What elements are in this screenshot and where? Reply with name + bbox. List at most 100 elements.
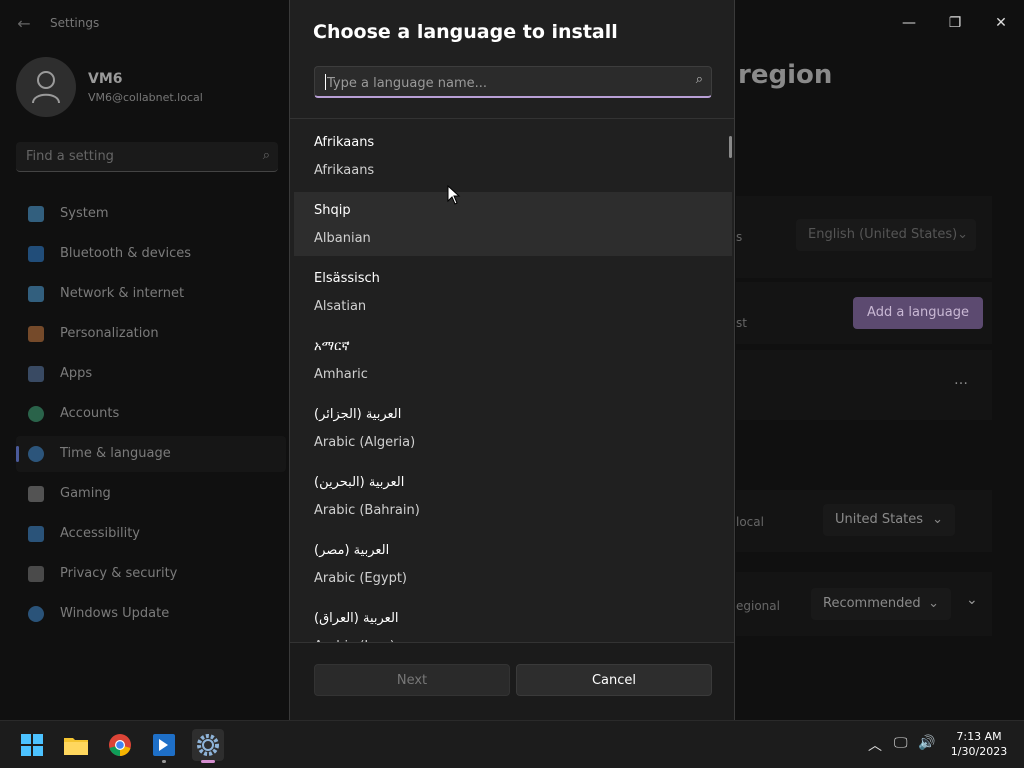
- sidebar-item-label: System: [60, 206, 109, 221]
- settings-taskbar-button[interactable]: [192, 729, 224, 763]
- sidebar-item-gaming[interactable]: Gaming: [16, 476, 286, 512]
- sidebar-item-label: Time & language: [60, 446, 171, 461]
- restore-icon[interactable]: ❐: [940, 8, 970, 38]
- close-icon[interactable]: ✕: [986, 8, 1016, 38]
- accessibility-icon: [28, 526, 44, 542]
- wifi-icon: [28, 286, 44, 302]
- next-button[interactable]: Next: [314, 664, 510, 696]
- app-title: Settings: [50, 16, 100, 30]
- taskbar: ︿ 🖵 🔊 7:13 AM 1/30/2023: [0, 720, 1024, 768]
- find-setting-placeholder: Find a setting: [26, 149, 114, 164]
- search-icon: ⌕: [262, 148, 270, 163]
- display-language-value: English (United States): [808, 227, 958, 242]
- sidebar-item-label: Accessibility: [60, 526, 140, 541]
- language-english-name: Arabic (Bahrain): [314, 503, 420, 518]
- shield-icon: [28, 566, 44, 582]
- country-label-fragment: local: [736, 515, 764, 529]
- sidebar-item-label: Privacy & security: [60, 566, 178, 581]
- more-options-icon[interactable]: …: [954, 372, 968, 388]
- scrollbar-thumb[interactable]: [729, 136, 732, 158]
- sidebar-item-label: Apps: [60, 366, 93, 381]
- sidebar-item-accounts[interactable]: Accounts: [16, 396, 286, 432]
- language-english-name: Afrikaans: [314, 163, 375, 178]
- sidebar-item-time-language[interactable]: Time & language: [16, 436, 286, 472]
- minimize-icon[interactable]: —: [894, 8, 924, 38]
- clock-date: 1/30/2023: [950, 745, 1008, 758]
- dialog-footer: Next Cancel: [290, 642, 734, 720]
- chevron-down-icon: ⌄: [932, 512, 943, 527]
- display-language-dropdown[interactable]: English (United States) ⌄: [796, 219, 976, 251]
- monitor-icon: [28, 206, 44, 222]
- chevron-down-icon: ⌄: [957, 227, 968, 242]
- language-list-item[interactable]: Elsässisch Alsatian: [294, 260, 732, 324]
- globe-icon: [28, 446, 44, 462]
- folder-icon: [64, 738, 88, 755]
- language-list-item[interactable]: Shqip Albanian: [294, 192, 732, 256]
- chrome-icon: [109, 734, 131, 756]
- gear-icon: [197, 734, 219, 756]
- sidebar-item-label: Network & internet: [60, 286, 185, 301]
- cancel-button[interactable]: Cancel: [516, 664, 712, 696]
- language-native-name: العربية (الجزائر): [314, 407, 402, 422]
- chrome-button[interactable]: [104, 729, 136, 761]
- text-caret: [325, 74, 326, 90]
- sidebar-item-bluetooth-devices[interactable]: Bluetooth & devices: [16, 236, 286, 272]
- clock[interactable]: 7:13 AM 1/30/2023: [944, 729, 1014, 759]
- brush-icon: [28, 326, 44, 342]
- language-search-input[interactable]: [325, 73, 679, 93]
- language-list[interactable]: Afrikaans Afrikaans Shqip Albanian Elsässisc…: [290, 120, 734, 642]
- remote-desktop-button[interactable]: [148, 729, 180, 763]
- back-arrow-icon[interactable]: ←: [14, 14, 34, 34]
- language-english-name: Amharic: [314, 367, 368, 382]
- find-setting-input[interactable]: Find a setting ⌕: [16, 142, 278, 172]
- user-email: VM6@collabnet.local: [88, 91, 203, 104]
- sidebar-item-label: Windows Update: [60, 606, 170, 621]
- country-value: United States: [835, 512, 924, 527]
- language-search-box[interactable]: ⌕: [314, 66, 712, 98]
- sidebar-item-label: Accounts: [60, 406, 120, 421]
- divider: [290, 118, 734, 119]
- network-icon[interactable]: 🖵: [894, 735, 908, 751]
- language-list-item[interactable]: العربية (الجزائر) Arabic (Algeria): [294, 396, 732, 460]
- language-list-item[interactable]: العربية (مصر) Arabic (Egypt): [294, 532, 732, 596]
- file-explorer-button[interactable]: [60, 729, 92, 761]
- search-icon: ⌕: [695, 72, 703, 87]
- sidebar-item-system[interactable]: System: [16, 196, 286, 232]
- add-language-button[interactable]: Add a language: [853, 297, 983, 329]
- regional-format-dropdown[interactable]: Recommended ⌄: [811, 588, 951, 620]
- regional-format-value: Recommended: [823, 596, 921, 611]
- language-list-item[interactable]: العربية (العراق)Arabic (Iraq): [294, 600, 732, 642]
- regional-format-label-fragment: egional: [736, 599, 780, 613]
- user-icon: [32, 71, 60, 104]
- chevron-down-icon: ⌄: [928, 596, 939, 611]
- sidebar-item-personalization[interactable]: Personalization: [16, 316, 286, 352]
- sidebar-item-apps[interactable]: Apps: [16, 356, 286, 392]
- country-dropdown[interactable]: United States ⌄: [823, 504, 955, 536]
- show-hidden-icons-icon[interactable]: ︿: [868, 735, 882, 755]
- page-title: region: [738, 60, 833, 90]
- language-english-name: Arabic (Egypt): [314, 571, 407, 586]
- language-list-item[interactable]: العربية (البحرين) Arabic (Bahrain): [294, 464, 732, 528]
- sidebar-item-network-internet[interactable]: Network & internet: [16, 276, 286, 312]
- mouse-cursor-icon: [447, 185, 461, 205]
- start-button[interactable]: [16, 729, 48, 761]
- expand-chevron-icon[interactable]: ⌄: [966, 592, 978, 608]
- bluetooth-icon: [28, 246, 44, 262]
- language-native-name: العربية (البحرين): [314, 475, 405, 490]
- update-icon: [28, 606, 44, 622]
- language-english-name: Arabic (Algeria): [314, 435, 416, 450]
- language-list-item[interactable]: Afrikaans Afrikaans: [294, 124, 732, 188]
- preferred-languages-label-fragment: st: [736, 316, 747, 330]
- volume-icon[interactable]: 🔊: [918, 735, 935, 751]
- sidebar-item-label: Personalization: [60, 326, 159, 341]
- language-list-item[interactable]: አማርኛ Amharic: [294, 328, 732, 392]
- sidebar-item-label: Gaming: [60, 486, 111, 501]
- sidebar-item-accessibility[interactable]: Accessibility: [16, 516, 286, 552]
- sidebar-item-windows-update[interactable]: Windows Update: [16, 596, 286, 632]
- gamepad-icon: [28, 486, 44, 502]
- language-native-name: አማርኛ: [314, 339, 350, 354]
- sidebar-item-privacy-security[interactable]: Privacy & security: [16, 556, 286, 592]
- display-language-label-fragment: s: [736, 230, 743, 244]
- avatar[interactable]: [16, 57, 76, 117]
- language-native-name: العربية (مصر): [314, 543, 390, 558]
